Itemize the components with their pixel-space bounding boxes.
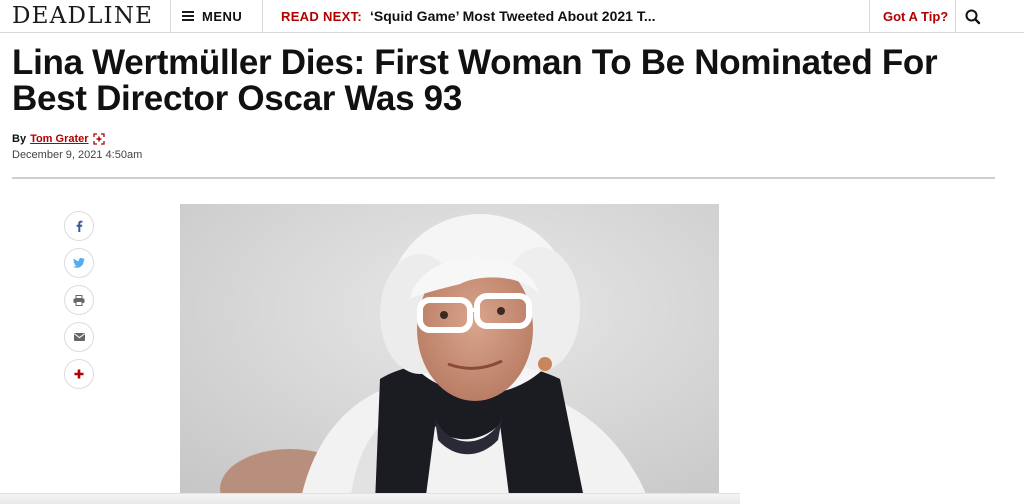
header-divider — [262, 0, 263, 32]
divider-line — [12, 177, 995, 179]
site-logo[interactable]: DEADLINE — [12, 3, 153, 29]
menu-button[interactable]: MENU — [182, 0, 242, 32]
read-next: READ NEXT: ‘Squid Game’ Most Tweeted Abo… — [281, 0, 656, 32]
twitter-icon — [73, 258, 85, 268]
read-next-link[interactable]: ‘Squid Game’ Most Tweeted About 2021 T..… — [370, 8, 656, 24]
share-bar — [64, 211, 94, 389]
twitter-share-button[interactable] — [64, 248, 94, 278]
plus-icon — [74, 369, 84, 379]
facebook-icon — [74, 220, 84, 232]
more-share-button[interactable] — [64, 359, 94, 389]
byline: By Tom Grater — [12, 133, 105, 145]
author-link[interactable]: Tom Grater — [30, 133, 88, 145]
print-button[interactable] — [64, 285, 94, 315]
author-profile-icon[interactable] — [92, 133, 105, 145]
email-share-button[interactable] — [64, 322, 94, 352]
header-divider — [170, 0, 171, 32]
got-a-tip-link[interactable]: Got A Tip? — [883, 0, 948, 32]
email-icon — [73, 333, 85, 341]
bottom-toolbar — [0, 493, 740, 504]
header-divider — [955, 0, 956, 32]
read-next-label: READ NEXT: — [281, 8, 363, 24]
article-headline: Lina Wertmüller Dies: First Woman To Be … — [12, 43, 938, 118]
byline-prefix: By — [12, 133, 27, 145]
header-divider — [869, 0, 870, 32]
featured-photo — [180, 204, 719, 503]
menu-label: MENU — [202, 8, 243, 24]
site-header: DEADLINE MENU READ NEXT: ‘Squid Game’ Mo… — [0, 0, 1024, 33]
facebook-share-button[interactable] — [64, 211, 94, 241]
search-icon[interactable] — [964, 8, 982, 26]
hamburger-icon — [182, 11, 194, 21]
print-icon — [73, 294, 85, 306]
publish-date: December 9, 2021 4:50am — [12, 149, 143, 161]
